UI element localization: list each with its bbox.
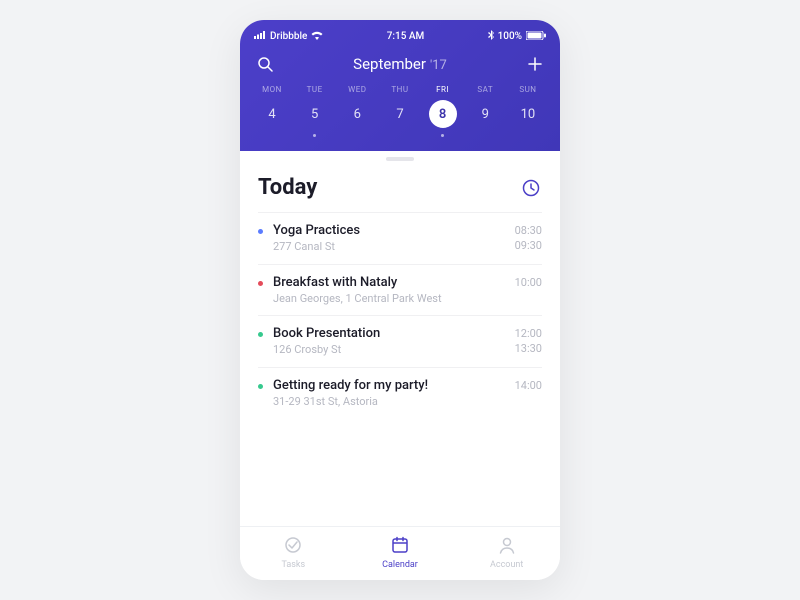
battery-icon	[526, 31, 546, 43]
day-label: SUN	[519, 85, 536, 94]
day-mon[interactable]: MON 4	[254, 85, 290, 137]
status-bar: Dribbble 7:15 AM 100%	[254, 28, 546, 49]
event-item[interactable]: Getting ready for my party! 31-29 31st St…	[258, 367, 542, 418]
time-view-button[interactable]	[520, 177, 542, 199]
day-label: WED	[348, 85, 366, 94]
event-bullet-icon	[258, 384, 263, 389]
event-item[interactable]: Yoga Practices 277 Canal St 08:3009:30	[258, 212, 542, 264]
event-title: Book Presentation	[273, 326, 505, 341]
day-number: 5	[301, 100, 329, 128]
day-number: 9	[471, 100, 499, 128]
bluetooth-icon	[488, 30, 494, 43]
event-title: Getting ready for my party!	[273, 378, 505, 393]
day-label: SAT	[477, 85, 493, 94]
day-number: 10	[514, 100, 542, 128]
tab-label: Account	[490, 560, 523, 570]
event-bullet-icon	[258, 332, 263, 337]
nav-row: September '17	[254, 49, 546, 85]
content-area: Today Yoga Practices 277 Canal St 08:3009:…	[240, 161, 560, 526]
event-times: 08:3009:30	[515, 223, 542, 254]
day-wed[interactable]: WED 6	[339, 85, 375, 137]
account-icon	[497, 535, 517, 558]
event-bullet-icon	[258, 229, 263, 234]
event-title: Breakfast with Nataly	[273, 275, 505, 290]
tab-tasks[interactable]: Tasks	[240, 527, 347, 580]
add-button[interactable]	[524, 53, 546, 75]
day-number: 7	[386, 100, 414, 128]
event-title: Yoga Practices	[273, 223, 505, 238]
day-label: FRI	[436, 85, 449, 94]
calendar-icon	[390, 535, 410, 558]
event-dot-icon	[441, 134, 444, 137]
signal-icon	[254, 31, 266, 42]
day-number: 4	[258, 100, 286, 128]
day-label: MON	[262, 85, 282, 94]
tab-calendar[interactable]: Calendar	[347, 527, 454, 580]
day-label: THU	[391, 85, 408, 94]
day-number: 6	[343, 100, 371, 128]
search-button[interactable]	[254, 53, 276, 75]
day-sun[interactable]: SUN 10	[510, 85, 546, 137]
week-strip: MON 4 TUE 5 WED 6 THU 7 FRI 8 SAT 9 SUN 10	[254, 85, 546, 137]
tab-account[interactable]: Account	[453, 527, 560, 580]
event-times: 12:0013:30	[515, 326, 542, 357]
wifi-icon	[311, 31, 323, 43]
event-times: 14:00	[515, 378, 542, 393]
month-label: September	[353, 55, 426, 73]
event-subtitle: 277 Canal St	[273, 240, 505, 253]
drag-handle[interactable]	[240, 151, 560, 161]
event-list: Yoga Practices 277 Canal St 08:3009:30 Brea…	[258, 212, 542, 418]
event-item[interactable]: Breakfast with Nataly Jean Georges, 1 Cen…	[258, 264, 542, 315]
section-title: Today	[258, 175, 317, 200]
carrier-label: Dribbble	[270, 31, 307, 42]
event-subtitle: Jean Georges, 1 Central Park West	[273, 292, 505, 305]
battery-label: 100%	[498, 31, 522, 42]
day-tue[interactable]: TUE 5	[297, 85, 333, 137]
day-fri[interactable]: FRI 8	[425, 85, 461, 137]
day-label: TUE	[307, 85, 323, 94]
tab-bar: Tasks Calendar Account	[240, 526, 560, 580]
event-subtitle: 126 Crosby St	[273, 343, 505, 356]
event-times: 10:00	[515, 275, 542, 290]
event-item[interactable]: Book Presentation 126 Crosby St 12:0013:30	[258, 315, 542, 367]
year-label: '17	[430, 58, 447, 73]
event-bullet-icon	[258, 281, 263, 286]
calendar-header: Dribbble 7:15 AM 100% Septemb	[240, 20, 560, 151]
event-subtitle: 31-29 31st St, Astoria	[273, 395, 505, 408]
tasks-icon	[283, 535, 303, 558]
tab-label: Calendar	[382, 560, 418, 570]
day-thu[interactable]: THU 7	[382, 85, 418, 137]
day-number: 8	[429, 100, 457, 128]
tab-label: Tasks	[282, 560, 306, 570]
day-sat[interactable]: SAT 9	[467, 85, 503, 137]
month-title[interactable]: September '17	[353, 55, 447, 73]
status-time: 7:15 AM	[387, 31, 425, 42]
event-dot-icon	[313, 134, 316, 137]
phone-frame: Dribbble 7:15 AM 100% Septemb	[240, 20, 560, 580]
